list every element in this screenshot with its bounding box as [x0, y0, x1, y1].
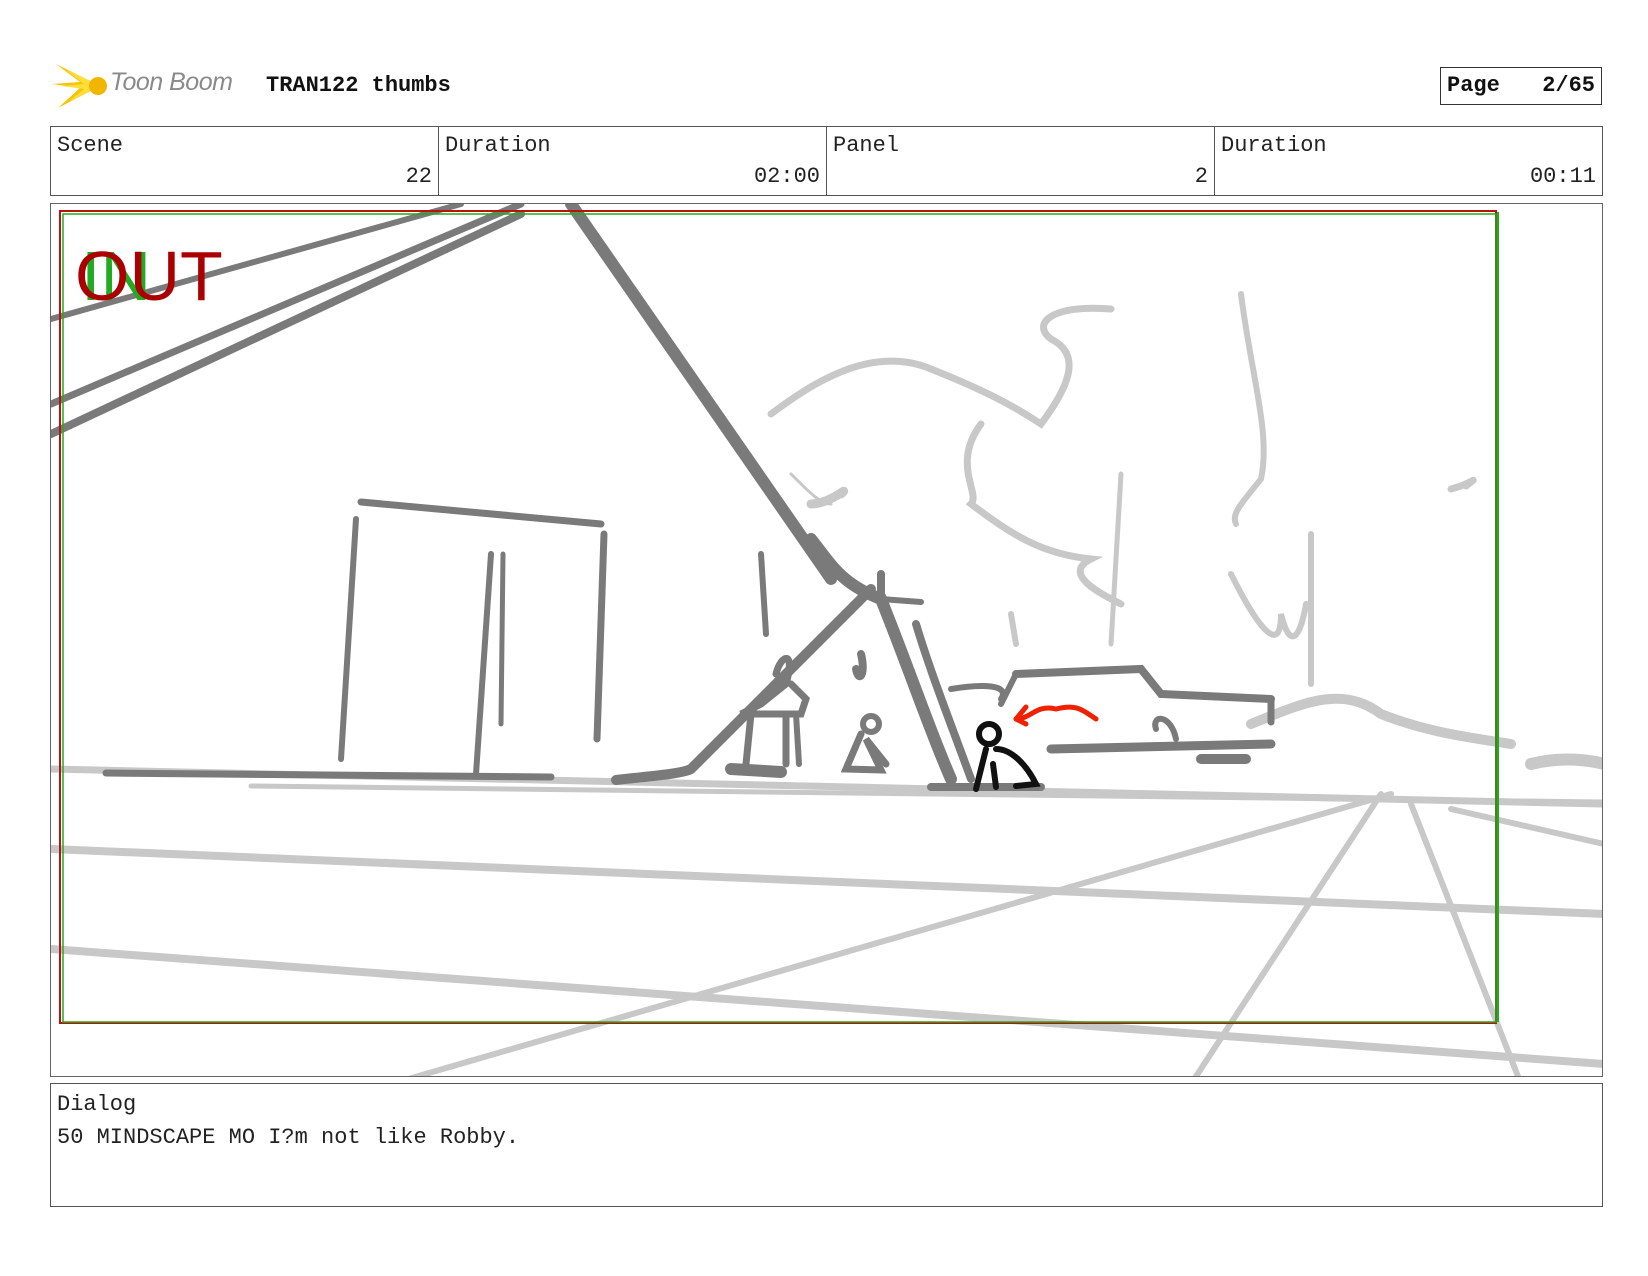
- starburst-icon: [52, 64, 107, 108]
- panel-cell: Panel 2: [827, 127, 1215, 195]
- scene-cell: Scene 22: [51, 127, 439, 195]
- main-character-sketch: [973, 721, 1041, 792]
- scene-info-table: Scene 22 Duration 02:00 Panel 2 Duration…: [50, 126, 1603, 196]
- dialog-box: Dialog 50 MINDSCAPE MO I?m not like Robb…: [50, 1083, 1603, 1207]
- panel-value: 2: [1194, 164, 1208, 189]
- panel-duration-value: 00:11: [1529, 164, 1596, 189]
- scene-duration-value: 02:00: [753, 164, 820, 189]
- dialog-label: Dialog: [57, 1092, 137, 1117]
- storyboard-panel: IN OUT: [50, 203, 1603, 1077]
- scene-duration-label: Duration: [445, 133, 551, 158]
- panel-duration-label: Duration: [1221, 133, 1327, 158]
- scene-value: 22: [405, 164, 432, 189]
- scene-label: Scene: [57, 133, 124, 158]
- project-title: TRAN122 thumbs: [266, 73, 451, 98]
- page-indicator: Page 2/65: [1440, 67, 1602, 105]
- page-label: Page: [1447, 73, 1500, 98]
- panel-drawing: IN OUT: [51, 204, 1602, 1076]
- page-number: 2/65: [1542, 73, 1595, 98]
- panel-duration-cell: Duration 00:11: [1215, 127, 1602, 195]
- scene-duration-cell: Duration 02:00: [439, 127, 827, 195]
- out-marker: OUT: [75, 237, 223, 315]
- motion-arrow: [1013, 704, 1099, 727]
- dialog-text: 50 MINDSCAPE MO I?m not like Robby.: [57, 1125, 520, 1150]
- logo-text: Toon Boom: [110, 68, 233, 96]
- toon-boom-logo: Toon Boom: [52, 56, 252, 114]
- foreground-sketch: [51, 204, 1276, 791]
- background-sketch: [51, 291, 1602, 1076]
- panel-label: Panel: [833, 133, 900, 158]
